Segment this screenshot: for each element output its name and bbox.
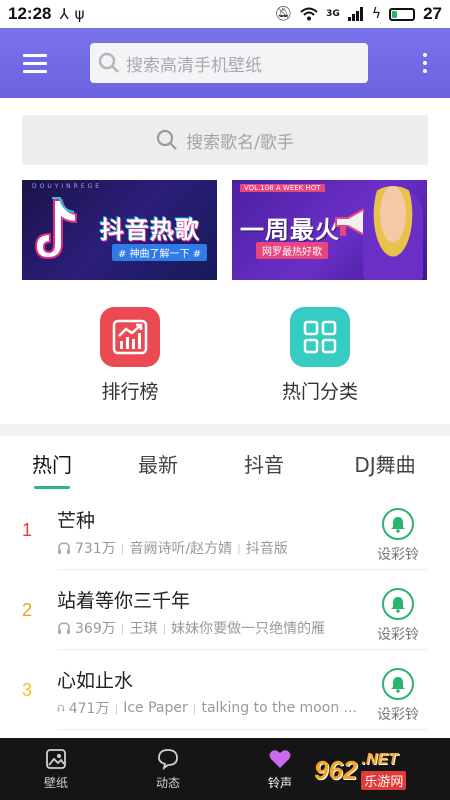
song-meta: 369万 | 王琪 | 妹妹你要做一只绝情的雁 bbox=[57, 618, 357, 638]
list-item[interactable]: 1 芒种 731万 | 音阙诗听/赵方婧 | 抖音版 设彩铃 bbox=[0, 490, 450, 570]
image-icon bbox=[46, 748, 66, 769]
nav-label: 铃声 bbox=[267, 775, 292, 790]
wallpaper-search-input[interactable]: 搜索高清手机壁纸 bbox=[90, 43, 368, 83]
chart-icon bbox=[112, 319, 148, 355]
set-ringback-label: 设彩铃 bbox=[377, 547, 419, 563]
song-note: 妹妹你要做一只绝情的雁 bbox=[171, 621, 326, 637]
banner-tiny-text: DOUYINREGE bbox=[32, 183, 103, 190]
song-meta: 471万 | Ice Paper | talking to the moon .… bbox=[57, 698, 357, 718]
signal-icon bbox=[347, 7, 363, 21]
ranking-button[interactable]: 排行榜 bbox=[75, 307, 185, 404]
mute-icon: 🔕︎ bbox=[274, 6, 293, 22]
watermark-domain: .NET bbox=[361, 750, 398, 768]
song-rank: 1 bbox=[22, 520, 33, 540]
song-artist: 音阙诗听/赵方婧 bbox=[129, 541, 233, 557]
tab-douyin[interactable]: 抖音 bbox=[212, 436, 316, 490]
menu-icon[interactable] bbox=[0, 28, 70, 98]
song-search-input[interactable]: 搜索歌名/歌手 bbox=[22, 115, 428, 165]
status-bar: 12:28 ⅄ ψ 🔕︎ 3G ϟ 27 bbox=[0, 0, 450, 28]
bell-icon bbox=[391, 677, 405, 693]
set-ringback-button[interactable]: 设彩铃 bbox=[372, 668, 424, 724]
app-bar: 搜索高清手机壁纸 bbox=[0, 28, 450, 98]
song-list: 1 芒种 731万 | 音阙诗听/赵方婧 | 抖音版 设彩铃 2 站着等你三千年… bbox=[0, 490, 450, 730]
watermark-sub: 乐游网 bbox=[361, 770, 407, 790]
song-note: 抖音版 bbox=[245, 541, 288, 557]
singer-image bbox=[363, 186, 423, 280]
share-icon: ⅄ bbox=[59, 5, 69, 23]
headphones-icon bbox=[58, 622, 70, 634]
battery-level: 27 bbox=[423, 4, 442, 23]
banner-subtitle: # 神曲了解一下 # bbox=[112, 244, 208, 261]
wifi-icon bbox=[300, 7, 318, 21]
banner-subtitle: 网罗最热好歌 bbox=[256, 242, 328, 259]
headphones-icon bbox=[58, 542, 70, 554]
status-time: 12:28 bbox=[8, 4, 52, 23]
usb-icon: ψ bbox=[74, 5, 85, 23]
song-search-placeholder: 搜索歌名/歌手 bbox=[186, 132, 294, 153]
active-tab-indicator bbox=[34, 486, 70, 489]
tab-hot[interactable]: 热门 bbox=[0, 436, 104, 490]
song-rank: 2 bbox=[22, 600, 33, 620]
play-count: 471万 bbox=[68, 701, 110, 717]
song-note: talking to the moon ... bbox=[201, 700, 357, 716]
grid-icon bbox=[303, 320, 337, 354]
list-item[interactable]: 2 站着等你三千年 369万 | 王琪 | 妹妹你要做一只绝情的雁 设彩铃 bbox=[0, 570, 450, 650]
watermark-brand: 962 bbox=[314, 754, 358, 785]
banner-douyin-hits[interactable]: DOUYINREGE 抖音热歌 # 神曲了解一下 # bbox=[22, 180, 217, 280]
search-icon bbox=[157, 129, 177, 150]
song-meta: 731万 | 音阙诗听/赵方婧 | 抖音版 bbox=[57, 538, 357, 558]
song-title: 心如止水 bbox=[57, 670, 134, 692]
set-ringback-label: 设彩铃 bbox=[377, 707, 419, 723]
headphones-icon bbox=[57, 704, 65, 712]
nav-wallpaper[interactable]: 壁纸 bbox=[0, 738, 112, 800]
search-icon bbox=[98, 52, 119, 73]
bubble-icon bbox=[158, 748, 178, 770]
bell-icon bbox=[391, 517, 405, 533]
banner-tag: VOL.108 A WEEK HOT bbox=[240, 184, 325, 192]
banner-weekly-hot[interactable]: VOL.108 A WEEK HOT 一周最火 网罗最热好歌 bbox=[232, 180, 427, 280]
song-title: 芒种 bbox=[57, 510, 96, 532]
song-rank: 3 bbox=[22, 680, 33, 700]
search-placeholder: 搜索高清手机壁纸 bbox=[126, 55, 262, 76]
play-count: 731万 bbox=[75, 541, 116, 557]
heart-icon bbox=[269, 749, 291, 768]
set-ringback-label: 设彩铃 bbox=[377, 627, 419, 643]
play-count: 369万 bbox=[75, 621, 116, 637]
nav-label: 壁纸 bbox=[43, 775, 68, 790]
tab-latest[interactable]: 最新 bbox=[106, 436, 210, 490]
bell-icon bbox=[391, 597, 405, 613]
more-options-icon[interactable] bbox=[400, 28, 450, 98]
hot-categories-button[interactable]: 热门分类 bbox=[265, 307, 375, 404]
banner-title: 抖音热歌 bbox=[100, 216, 200, 244]
nav-feed[interactable]: 动态 bbox=[112, 738, 224, 800]
battery-icon bbox=[389, 7, 416, 21]
tab-dj[interactable]: DJ舞曲 bbox=[320, 436, 450, 490]
network-type: 3G bbox=[326, 9, 340, 19]
section-divider bbox=[0, 424, 450, 436]
divider bbox=[57, 729, 428, 730]
set-ringback-button[interactable]: 设彩铃 bbox=[372, 588, 424, 644]
watermark-logo: 962 .NET 乐游网 bbox=[314, 745, 444, 795]
song-artist: Ice Paper bbox=[123, 700, 188, 716]
list-item[interactable]: 3 心如止水 471万 | Ice Paper | talking to the… bbox=[0, 650, 450, 730]
nav-label: 动态 bbox=[155, 775, 180, 790]
category-tabs: 热门 最新 抖音 DJ舞曲 bbox=[0, 436, 450, 490]
banner-title: 一周最火 bbox=[240, 216, 340, 244]
ranking-label: 排行榜 bbox=[101, 381, 159, 403]
set-ringback-button[interactable]: 设彩铃 bbox=[372, 508, 424, 564]
tiktok-note-icon bbox=[34, 197, 77, 260]
song-title: 站着等你三千年 bbox=[57, 590, 191, 612]
charging-icon: ϟ bbox=[371, 6, 382, 22]
hot-categories-label: 热门分类 bbox=[281, 381, 358, 403]
song-artist: 王琪 bbox=[129, 621, 158, 637]
